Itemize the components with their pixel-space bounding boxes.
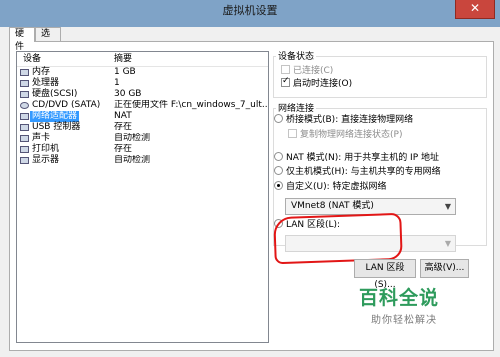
radio-circle-selected: [274, 181, 283, 190]
close-button[interactable]: ✕: [455, 0, 495, 19]
device-summary: 存在: [114, 122, 133, 132]
chevron-down-icon: ▼: [444, 239, 451, 248]
tab-options[interactable]: 选项: [35, 27, 61, 52]
cpu-icon: [20, 80, 29, 87]
close-icon: ✕: [469, 1, 481, 15]
tab-hardware[interactable]: 硬件: [9, 27, 35, 52]
host-only-label: 仅主机模式(H): 与主机共享的专用网络: [286, 167, 441, 177]
device-name: 打印机: [32, 144, 60, 154]
device-status-title: 设备状态: [276, 49, 317, 62]
annotation-circle: [273, 212, 403, 265]
device-row-network-adapter[interactable]: 网络适配器 NAT: [17, 111, 268, 122]
radio-circle: [274, 114, 283, 123]
device-column-header[interactable]: 设备: [23, 52, 41, 66]
device-summary: 1 GB: [114, 67, 136, 77]
replicate-state-label: 复制物理网络连接状态(P): [300, 130, 403, 140]
device-summary: NAT: [114, 111, 132, 121]
network-adapter-icon: [20, 113, 29, 120]
custom-label: 自定义(U): 特定虚拟网络: [286, 182, 387, 192]
device-row-usb[interactable]: USB 控制器 存在: [17, 122, 268, 133]
device-name: 处理器: [32, 78, 60, 88]
device-name: 显示器: [32, 155, 60, 165]
device-name: CD/DVD (SATA): [32, 100, 101, 110]
title-bar: 虚拟机设置 ✕: [0, 0, 500, 27]
checkbox-box: [288, 129, 297, 138]
device-row-display[interactable]: 显示器 自动检测: [17, 155, 268, 166]
device-summary: 1: [114, 78, 120, 88]
bridged-radio[interactable]: 桥接模式(B): 直接连接物理网络: [274, 114, 413, 126]
device-name: USB 控制器: [32, 122, 81, 132]
device-name: 硬盘(SCSI): [32, 89, 78, 99]
device-row-cpu[interactable]: 处理器 1: [17, 78, 268, 89]
connect-at-power-on-label: 启动时连接(O): [293, 79, 353, 89]
custom-network-select[interactable]: VMnet8 (NAT 模式) ▼: [285, 198, 456, 215]
host-only-radio[interactable]: 仅主机模式(H): 与主机共享的专用网络: [274, 166, 441, 178]
device-summary: 存在: [114, 144, 133, 154]
chevron-down-icon: ▼: [444, 202, 451, 211]
connected-label: 已连接(C): [293, 66, 334, 76]
checkbox-box: [281, 65, 290, 74]
cd-dvd-icon: [20, 102, 29, 109]
replicate-state-checkbox[interactable]: 复制物理网络连接状态(P): [288, 129, 402, 141]
device-name: 网络适配器: [30, 111, 80, 122]
device-row-cd-dvd[interactable]: CD/DVD (SATA) 正在使用文件 F:\cn_windows_7_ult.…: [17, 100, 268, 111]
display-icon: [20, 157, 29, 164]
checkbox-box-checked: [281, 76, 290, 87]
device-list[interactable]: 设备 摘要 内存 1 GB 处理器 1 硬盘(SCSI) 30 GB CD/DVD (…: [16, 51, 269, 343]
summary-column-header[interactable]: 摘要: [114, 52, 132, 66]
usb-icon: [20, 124, 29, 131]
radio-circle: [274, 166, 283, 175]
device-summary: 正在使用文件 F:\cn_windows_7_ult...: [114, 100, 268, 110]
watermark-slogan: 助你轻松解决: [371, 315, 437, 326]
device-status-group: [273, 56, 487, 98]
advanced-button[interactable]: 高级(V)...: [420, 259, 469, 278]
device-summary: 自动检测: [114, 155, 151, 165]
window-title: 虚拟机设置: [222, 4, 278, 17]
connect-at-power-on-checkbox[interactable]: 启动时连接(O): [281, 76, 353, 90]
device-name: 内存: [32, 67, 51, 77]
device-summary: 30 GB: [114, 89, 142, 99]
harddisk-icon: [20, 91, 29, 98]
lan-segments-button[interactable]: LAN 区段(S)...: [354, 259, 416, 290]
device-row-sound-card[interactable]: 声卡 自动检测: [17, 133, 268, 144]
device-name: 声卡: [32, 133, 51, 143]
bridged-label: 桥接模式(B): 直接连接物理网络: [286, 115, 414, 125]
radio-circle: [274, 152, 283, 161]
nat-radio[interactable]: NAT 模式(N): 用于共享主机的 IP 地址: [274, 152, 439, 164]
watermark-brand: 百科全说: [359, 287, 440, 309]
sound-card-icon: [20, 135, 29, 142]
device-row-printer[interactable]: 打印机 存在: [17, 144, 268, 155]
custom-network-value: VMnet8 (NAT 模式): [291, 201, 374, 211]
network-connection-title: 网络连接: [276, 101, 317, 114]
custom-radio[interactable]: 自定义(U): 特定虚拟网络: [274, 181, 387, 193]
nat-label: NAT 模式(N): 用于共享主机的 IP 地址: [286, 153, 440, 163]
device-row-harddisk[interactable]: 硬盘(SCSI) 30 GB: [17, 89, 268, 100]
device-summary: 自动检测: [114, 133, 151, 143]
memory-icon: [20, 69, 29, 76]
device-row-memory[interactable]: 内存 1 GB: [17, 67, 268, 78]
printer-icon: [20, 146, 29, 153]
device-list-header: 设备 摘要: [17, 52, 268, 67]
